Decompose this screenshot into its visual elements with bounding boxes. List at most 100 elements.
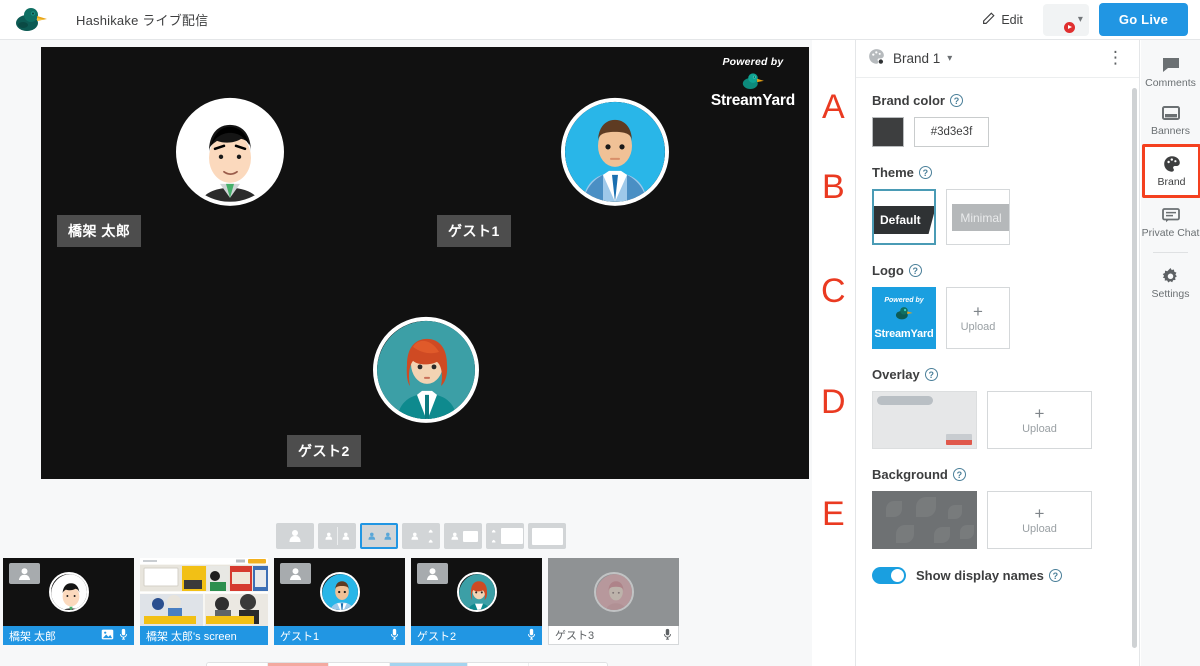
background-section: Background ? + Upload [872, 467, 1123, 549]
participant-label: ゲスト2 [411, 626, 542, 645]
stage-tile[interactable]: ゲスト2 [245, 264, 607, 479]
layout-solo[interactable] [276, 523, 314, 549]
help-circle-icon[interactable]: ? [952, 468, 966, 481]
stage-tile[interactable]: Powered by StreamYard ゲスト1 [421, 47, 809, 261]
layout-column-screen[interactable] [486, 523, 524, 549]
more-vertical-icon[interactable]: ⋮ [1104, 49, 1127, 66]
rail-label: Private Chat [1141, 227, 1200, 240]
participant-preview [411, 558, 542, 626]
background-upload-button[interactable]: + Upload [987, 491, 1092, 549]
list-item[interactable]: ゲスト2 [411, 558, 542, 645]
list-item[interactable]: ゲスト3 [548, 558, 679, 645]
layout-person-screen[interactable] [444, 523, 482, 549]
studio-stage-area: 橋架 太郎 Powered by StreamYard ゲスト1 ゲスト2 橋架… [0, 40, 812, 666]
rail-label: Brand [1157, 176, 1186, 189]
annotation-letter-b: B [822, 168, 845, 206]
brand-name-label: Brand 1 [893, 51, 941, 66]
stage-tile[interactable]: 橋架 太郎 [41, 47, 419, 261]
rail-item-banners[interactable]: Banners [1141, 96, 1200, 144]
palette-icon [868, 48, 885, 70]
edit-label: Edit [1001, 12, 1023, 27]
overlay-section: Overlay ? + Upload [872, 367, 1123, 449]
destination-selector[interactable]: ▾ [1042, 3, 1089, 36]
logo-thumbnail[interactable]: Powered by StreamYard [872, 287, 936, 349]
rail-item-brand[interactable]: Brand [1142, 144, 1200, 199]
theme-minimal-label: Minimal [952, 204, 1009, 231]
go-live-button[interactable]: Go Live [1098, 3, 1188, 36]
show-display-names-toggle[interactable] [872, 567, 906, 584]
screen-share-preview [140, 558, 268, 626]
help-circle-icon[interactable]: ? [949, 94, 963, 107]
chat-icon [1161, 206, 1181, 224]
avatar [176, 97, 284, 206]
layout-two-split[interactable] [360, 523, 398, 549]
help-circle-icon[interactable]: ? [908, 264, 922, 277]
theme-option-minimal[interactable]: Minimal [946, 189, 1010, 245]
mic-icon[interactable] [119, 628, 128, 643]
background-thumbnail[interactable] [872, 491, 977, 549]
help-circle-icon[interactable]: ? [918, 166, 932, 179]
help-circle-icon[interactable]: ? [924, 368, 938, 381]
mic-icon[interactable] [390, 628, 399, 643]
plus-icon: + [973, 302, 983, 321]
help-circle-icon[interactable]: ? [1048, 569, 1062, 582]
participant-label: 橋架 太郎 [3, 626, 134, 645]
annotation-letter-c: C [821, 272, 846, 310]
chevron-down-icon: ▾ [1077, 14, 1083, 25]
rail-item-settings[interactable]: Settings [1141, 259, 1200, 307]
participant-label: ゲスト3 [548, 626, 679, 645]
brand-color-input[interactable] [914, 117, 989, 147]
rail-label: Banners [1150, 125, 1191, 138]
annotation-letter-e: E [822, 495, 845, 533]
rail-label: Settings [1151, 288, 1190, 301]
layout-two-up[interactable] [318, 523, 356, 549]
layout-screen-only[interactable] [528, 523, 566, 549]
mic-icon[interactable] [527, 628, 536, 643]
chevron-down-icon[interactable]: ▾ [947, 53, 952, 64]
theme-option-default[interactable]: Default [872, 189, 936, 245]
participant-preview [3, 558, 134, 626]
participant-strip: 橋架 太郎 橋架 太郎's screen ゲスト1 ゲスト2 ゲスト3 [3, 558, 679, 645]
list-item[interactable]: ゲスト1 [274, 558, 405, 645]
theme-label: Theme ? [872, 165, 1123, 180]
rail-item-private-chat[interactable]: Private Chat [1141, 198, 1200, 246]
theme-default-label: Default [874, 206, 934, 234]
logo-upload-button[interactable]: + Upload [946, 287, 1010, 349]
brand-color-label: Brand color ? [872, 93, 1123, 108]
duck-logo-icon [711, 72, 795, 91]
pencil-icon [982, 11, 995, 28]
participant-label: ゲスト1 [274, 626, 405, 645]
mic-icon[interactable] [663, 628, 672, 643]
background-label: Background ? [872, 467, 1123, 482]
app-header: Hashikake ライブ配信 Edit ▾ Go Live [0, 0, 1200, 40]
plus-icon: + [1034, 404, 1045, 423]
brand-color-swatch[interactable] [872, 117, 904, 147]
layout-leader-two[interactable] [402, 523, 440, 549]
duck-logo-icon [14, 6, 48, 34]
participant-preview [274, 558, 405, 626]
upload-label: Upload [960, 321, 996, 333]
rail-divider [1153, 252, 1188, 254]
list-item[interactable]: 橋架 太郎 [3, 558, 134, 645]
overlay-upload-button[interactable]: + Upload [987, 391, 1092, 449]
rail-item-comments[interactable]: Comments [1141, 48, 1200, 96]
participant-preview [548, 558, 679, 626]
header-actions: Edit ▾ Go Live [972, 3, 1200, 36]
broadcast-stage: 橋架 太郎 Powered by StreamYard ゲスト1 ゲスト2 [41, 47, 809, 479]
streamyard-watermark: Powered by StreamYard [710, 56, 795, 109]
show-display-names-row: Show display names ? [872, 567, 1123, 584]
brand-panel-body: Brand color ? Theme ? Default Minimal [856, 79, 1139, 666]
participant-label: 橋架 太郎's screen [140, 626, 268, 645]
edit-button[interactable]: Edit [972, 6, 1033, 34]
rail-label: Comments [1145, 77, 1196, 89]
youtube-destination-avatar [1048, 7, 1076, 34]
avatar [593, 572, 634, 612]
avatar [373, 316, 479, 423]
overlay-thumbnail[interactable] [872, 391, 977, 449]
panel-scrollbar[interactable] [1132, 88, 1137, 648]
list-item[interactable]: 橋架 太郎's screen [140, 558, 268, 645]
image-icon[interactable] [101, 629, 114, 643]
banner-icon [1161, 104, 1181, 122]
annotation-letter-a: A [822, 88, 845, 126]
stage-tile-name: ゲスト1 [437, 215, 511, 247]
